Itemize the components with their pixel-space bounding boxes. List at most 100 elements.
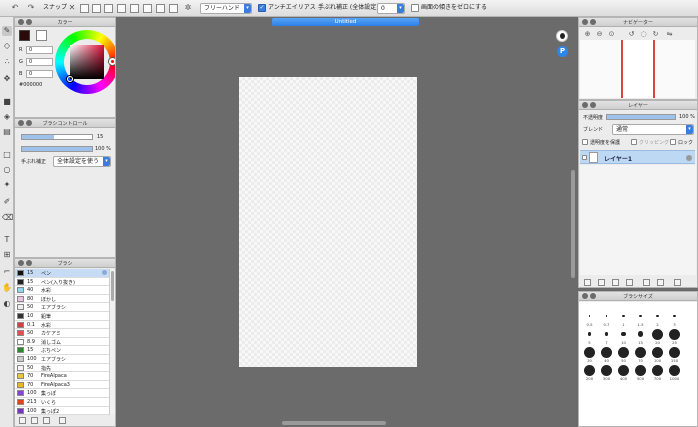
new-folder-icon[interactable] bbox=[626, 279, 633, 286]
eyedropper-tool-icon[interactable]: ⌐ bbox=[2, 267, 12, 277]
brush-opacity-slider[interactable] bbox=[21, 146, 93, 152]
new-layer-icon[interactable] bbox=[584, 279, 591, 286]
brush-size-dot[interactable] bbox=[635, 346, 646, 358]
brush-list-item[interactable]: 8.9 消しゴム bbox=[15, 337, 109, 347]
brush-size-dot[interactable] bbox=[584, 346, 595, 358]
rotate-right-icon[interactable]: ↻ bbox=[651, 30, 660, 39]
brush-settings-gear-icon[interactable] bbox=[102, 270, 107, 275]
select-tool-icon[interactable]: □ bbox=[2, 150, 12, 160]
brush-size-dot[interactable] bbox=[618, 364, 629, 376]
snap-parallel-icon[interactable] bbox=[80, 4, 89, 13]
delete-layer-icon[interactable] bbox=[674, 279, 681, 286]
brush-size-dot[interactable] bbox=[635, 364, 646, 376]
hand-tool-icon[interactable]: ✋ bbox=[2, 283, 12, 293]
zoom-in-icon[interactable]: ⊕ bbox=[583, 30, 592, 39]
brush-list-item[interactable]: 50 エアブラシ bbox=[15, 303, 109, 312]
brush-list-item[interactable]: 213 いくら bbox=[15, 398, 109, 407]
correction-select[interactable]: 全体設定を使う ▾ bbox=[53, 156, 111, 167]
navigator-preview[interactable] bbox=[580, 40, 695, 98]
document-tab[interactable]: Untitled bbox=[272, 18, 419, 26]
brush-size-dot[interactable] bbox=[601, 364, 612, 376]
fill-tool-icon[interactable]: ■ bbox=[2, 97, 12, 107]
brush-size-dot[interactable] bbox=[639, 314, 642, 318]
brush-list-item[interactable]: 15 ペン bbox=[15, 269, 109, 278]
brush-size-dot[interactable] bbox=[622, 314, 625, 318]
new-8bit-layer-icon[interactable] bbox=[598, 279, 605, 286]
brush-folder-icon[interactable] bbox=[31, 417, 38, 424]
flip-icon[interactable]: ⇋ bbox=[665, 30, 674, 39]
brush-list-item[interactable]: 50 カケアミ bbox=[15, 329, 109, 338]
eraser-tool-icon[interactable]: ◇ bbox=[2, 41, 12, 51]
zoom-fit-icon[interactable]: ⊙ bbox=[607, 30, 616, 39]
brush-list-item[interactable]: 70 FireAlpaca bbox=[15, 372, 109, 381]
snap-settings-icon[interactable]: ✲ bbox=[183, 3, 193, 13]
lock-checkbox[interactable] bbox=[670, 139, 676, 145]
layer-visibility-icon[interactable] bbox=[582, 155, 587, 160]
layer-row[interactable]: レイヤー1 bbox=[580, 150, 695, 164]
brush-size-dot[interactable] bbox=[604, 332, 609, 336]
antialias-checkbox[interactable]: ✓ bbox=[258, 4, 266, 12]
stroke-mode-select[interactable]: フリーハンド ▾ bbox=[200, 3, 252, 14]
brush-size-dot[interactable] bbox=[652, 328, 663, 340]
rotate-left-icon[interactable]: ↺ bbox=[627, 30, 636, 39]
lasso-tool-icon[interactable]: ○ bbox=[2, 165, 12, 175]
foreground-color-swatch[interactable] bbox=[19, 30, 30, 41]
brush-size-dot[interactable] bbox=[588, 315, 591, 317]
sv-cursor[interactable] bbox=[67, 76, 73, 82]
delete-brush-icon[interactable] bbox=[59, 417, 66, 424]
dot-tool-icon[interactable]: ∴ bbox=[2, 57, 12, 67]
zero-tilt-checkbox[interactable] bbox=[411, 4, 419, 12]
brush-size-dot[interactable] bbox=[637, 331, 644, 337]
brush-size-dot[interactable] bbox=[618, 346, 629, 358]
snap-3d-icon[interactable] bbox=[156, 4, 165, 13]
merge-layer-icon[interactable] bbox=[657, 279, 664, 286]
brush-list-item[interactable]: 80 ぼかし bbox=[15, 294, 109, 304]
snap-cross-icon[interactable] bbox=[92, 4, 101, 13]
rotate-tool-icon[interactable]: ◐ bbox=[2, 299, 12, 309]
gradient-tool-icon[interactable]: ▤ bbox=[2, 127, 12, 137]
frame-tool-icon[interactable]: ⊞ bbox=[2, 250, 12, 260]
brush-list-item[interactable]: 70 FireAlpaca3 bbox=[15, 380, 109, 390]
brush-size-dot[interactable] bbox=[669, 346, 680, 358]
brush-settings-icon[interactable] bbox=[43, 417, 50, 424]
hue-cursor[interactable] bbox=[109, 58, 115, 65]
green-input[interactable]: 0 bbox=[26, 58, 53, 66]
blue-input[interactable]: 0 bbox=[26, 70, 53, 78]
brush-list-item[interactable]: 0.1 水彩 bbox=[15, 320, 109, 330]
undo-icon[interactable]: ↶ bbox=[10, 3, 20, 13]
brush-size-dot[interactable] bbox=[669, 328, 680, 340]
duplicate-layer-icon[interactable] bbox=[643, 279, 650, 286]
protect-alpha-checkbox[interactable] bbox=[582, 139, 588, 145]
brush-size-dot[interactable] bbox=[673, 314, 676, 318]
brush-size-slider[interactable] bbox=[21, 134, 93, 140]
red-input[interactable]: 0 bbox=[26, 46, 53, 54]
snap-circle-icon[interactable] bbox=[130, 4, 139, 13]
avatar[interactable] bbox=[556, 30, 568, 42]
brush-size-dot[interactable] bbox=[652, 364, 663, 376]
new-brush-icon[interactable] bbox=[19, 417, 26, 424]
bucket-tool-icon[interactable]: ◈ bbox=[2, 112, 12, 122]
saturation-value-square[interactable] bbox=[70, 45, 104, 79]
rotate-reset-icon[interactable]: ◌ bbox=[639, 30, 648, 39]
brush-list-item[interactable]: 100 集っぽ bbox=[15, 389, 109, 398]
brush-list-item[interactable]: 15 ペン(入り抜き) bbox=[15, 277, 109, 287]
horizontal-scrollbar[interactable] bbox=[282, 421, 386, 425]
selection-eraser-icon[interactable]: ⌫ bbox=[2, 213, 13, 223]
vertical-scrollbar[interactable] bbox=[571, 170, 575, 278]
brush-list-item[interactable]: 40 水彩 bbox=[15, 286, 109, 295]
brush-tool-icon[interactable]: ✎ bbox=[2, 26, 12, 36]
layer-opacity-slider[interactable] bbox=[606, 114, 676, 120]
brush-size-dot[interactable] bbox=[652, 346, 663, 358]
clipping-checkbox[interactable] bbox=[631, 139, 637, 145]
move-tool-icon[interactable]: ✥ bbox=[2, 74, 12, 84]
zoom-out-icon[interactable]: ⊖ bbox=[595, 30, 604, 39]
layer-settings-icon[interactable] bbox=[686, 155, 692, 161]
brush-size-dot[interactable] bbox=[601, 346, 612, 358]
brush-size-dot[interactable] bbox=[605, 315, 608, 317]
text-tool-icon[interactable]: T bbox=[2, 235, 12, 245]
blend-mode-select[interactable]: 通常 ▾ bbox=[612, 124, 694, 135]
brush-list-item[interactable]: 50 指先 bbox=[15, 363, 109, 373]
brush-list-item[interactable]: 100 集っぽ2 bbox=[15, 406, 109, 415]
pin-icon[interactable]: P bbox=[557, 46, 568, 57]
new-1bit-layer-icon[interactable] bbox=[612, 279, 619, 286]
